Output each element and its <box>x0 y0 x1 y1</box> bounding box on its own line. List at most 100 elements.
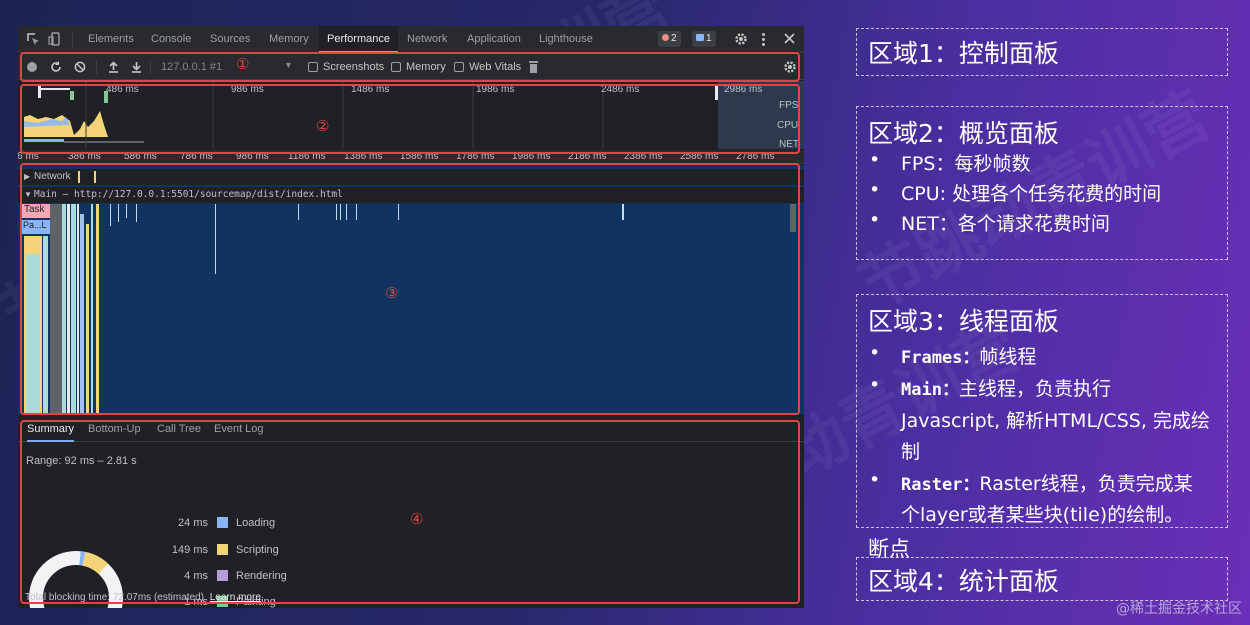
web-vitals-checkbox[interactable] <box>454 62 464 72</box>
errors-badge[interactable]: 2 <box>658 31 681 47</box>
frames-prefix: Frames： <box>901 348 980 368</box>
region-1-title: 区域1：控制面板 <box>868 39 1059 68</box>
ruler-tick: 186 ms <box>18 151 39 162</box>
region-1-number: ① <box>236 55 250 73</box>
ruler-tick: 2786 ms <box>736 151 775 162</box>
screenshots-checkbox[interactable] <box>308 62 318 72</box>
region-4-description: 区域4：统计面板 <box>856 557 1228 601</box>
region-4-title: 区域4：统计面板 <box>868 567 1059 596</box>
flame-chart[interactable]: ▶ Network ▼ Main — http://127.0.0.1:5501… <box>18 165 804 415</box>
region-3-raster-continuation: 个layer或者某些块(tile)的绘制。 <box>901 504 1184 526</box>
close-icon[interactable] <box>784 33 795 44</box>
region-3-number: ③ <box>385 284 399 302</box>
legend-loading-swatch <box>217 517 228 528</box>
main-thread-row[interactable]: ▼ Main — http://127.0.0.1:5501/sourcemap… <box>18 187 804 203</box>
parse-html-label: Pa...L <box>23 220 47 230</box>
tab-elements[interactable]: Elements <box>88 26 134 53</box>
record-icon[interactable] <box>27 62 37 72</box>
overview-tick: 986 ms <box>231 84 264 95</box>
errors-count: 2 <box>671 33 677 44</box>
credit-watermark: @稀土掘金技术社区 <box>1116 601 1242 617</box>
ruler-tick: 1186 ms <box>288 151 326 162</box>
tab-event-log[interactable]: Event Log <box>214 416 264 442</box>
legend-scripting-label: Scripting <box>236 544 279 556</box>
learn-more-link[interactable]: Learn more <box>210 592 261 603</box>
overview-tick: 1486 ms <box>351 84 390 95</box>
legend-scripting: 149 ms Scripting <box>168 543 298 557</box>
tab-console[interactable]: Console <box>151 26 191 53</box>
capture-settings-icon[interactable] <box>783 60 797 74</box>
details-tabs: Summary Bottom-Up Call Tree Event Log <box>18 416 804 442</box>
clear-icon[interactable] <box>74 61 86 73</box>
ruler-tick: 386 ms <box>68 151 101 162</box>
range-text: Range: 92 ms – 2.81 s <box>26 455 137 467</box>
flame-chart-graph <box>22 204 796 415</box>
more-options-icon[interactable] <box>762 31 766 47</box>
region-2-number: ② <box>316 117 330 135</box>
messages-count: 1 <box>706 33 712 44</box>
region-3-main-continuation: 制 <box>901 441 921 463</box>
net-track-label: NET <box>779 139 799 150</box>
region-2-title: 区域2：概览面板 <box>868 119 1059 148</box>
download-icon[interactable] <box>131 61 142 73</box>
expand-arrow-icon[interactable]: ▶ <box>24 169 30 185</box>
overview-tick: 1986 ms <box>476 84 515 95</box>
region-4-number: ④ <box>410 510 424 528</box>
frames-text: 帧线程 <box>979 346 1037 368</box>
fps-track-label: FPS <box>779 100 799 111</box>
settings-gear-icon[interactable] <box>734 32 748 46</box>
timeline-overview[interactable]: 486 ms 986 ms 1486 ms 1986 ms 2486 ms 29… <box>18 81 804 150</box>
total-blocking-time: Total blocking time: 72.07ms (estimated)… <box>25 592 261 603</box>
region-2-description: 区域2：概览面板 • FPS：每秒帧数 • CPU: 处理各个任务花费的时间 • NE… <box>856 106 1228 260</box>
tab-application[interactable]: Application <box>467 26 521 53</box>
message-icon <box>696 34 704 41</box>
ruler-tick: 2186 ms <box>568 151 607 162</box>
reload-record-icon[interactable] <box>50 61 62 73</box>
region-3-main-continuation: Javascript, 解析HTML/CSS, 完成绘 <box>901 410 1210 432</box>
main-text: 主线程，负责执行 <box>958 378 1111 400</box>
ruler-tick: 2386 ms <box>624 151 663 162</box>
upload-icon[interactable] <box>108 61 119 73</box>
legend-rendering: 4 ms Rendering <box>168 569 298 583</box>
memory-checkbox[interactable] <box>391 62 401 72</box>
main-prefix: Main： <box>901 380 959 400</box>
tab-memory[interactable]: Memory <box>269 26 309 53</box>
tab-call-tree[interactable]: Call Tree <box>157 416 201 442</box>
region-3-title: 区域3：线程面板 <box>868 307 1059 336</box>
messages-badge[interactable]: 1 <box>692 31 716 47</box>
time-ruler: 186 ms 386 ms 586 ms 786 ms 986 ms 1186 … <box>18 150 804 164</box>
screenshots-label: Screenshots <box>323 61 385 73</box>
raster-text: Raster线程，负责完成某 <box>979 473 1193 495</box>
raster-prefix: Raster： <box>901 475 980 495</box>
legend-scripting-ms: 149 ms <box>171 544 208 556</box>
tab-sources[interactable]: Sources <box>210 26 250 53</box>
devtools-tab-bar: Elements Console Sources Memory Performa… <box>18 26 804 53</box>
main-thread-label: Main — http://127.0.0.1:5501/sourcemap/d… <box>34 189 343 200</box>
ruler-tick: 1986 ms <box>512 151 551 162</box>
ruler-tick: 1386 ms <box>344 151 383 162</box>
tab-network[interactable]: Network <box>407 26 447 53</box>
collapse-arrow-icon[interactable]: ▼ <box>24 187 32 203</box>
network-track-row[interactable]: ▶ Network <box>18 169 804 185</box>
tab-performance[interactable]: Performance <box>319 26 398 53</box>
tab-lighthouse[interactable]: Lighthouse <box>539 26 593 53</box>
legend-loading: 24 ms Loading <box>168 516 298 530</box>
overview-tick: 486 ms <box>106 84 139 95</box>
device-toolbar-icon[interactable] <box>48 32 62 46</box>
profile-select[interactable]: 127.0.0.1 #1 <box>161 54 222 80</box>
memory-label: Memory <box>406 61 446 73</box>
chevron-down-icon[interactable]: ▼ <box>284 60 293 70</box>
ruler-tick: 786 ms <box>180 151 213 162</box>
region-1-description: 区域1：控制面板 <box>856 28 1228 76</box>
legend-scripting-swatch <box>217 544 228 555</box>
trash-icon[interactable] <box>528 60 539 74</box>
tab-bottom-up[interactable]: Bottom-Up <box>88 416 141 442</box>
legend-rendering-label: Rendering <box>236 570 287 582</box>
task-label: Task <box>24 204 45 215</box>
inspect-element-icon[interactable] <box>26 32 40 46</box>
legend-loading-label: Loading <box>236 517 276 529</box>
overview-tick: 2986 ms <box>724 84 763 95</box>
legend-rendering-ms: 4 ms <box>184 570 208 582</box>
legend-rendering-swatch <box>217 570 228 581</box>
tab-summary[interactable]: Summary <box>27 416 75 442</box>
